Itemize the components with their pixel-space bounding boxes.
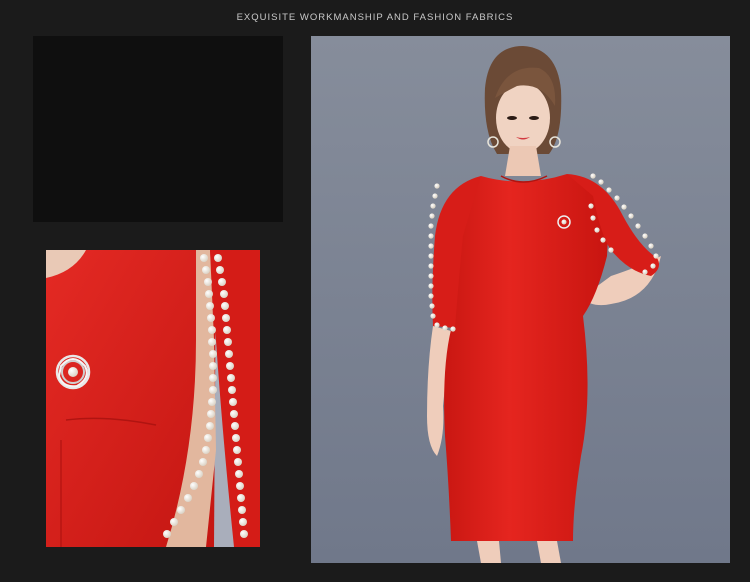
main-photo [311,36,730,563]
detail-photo [46,250,260,547]
header-title: EXQUISITE WORKMANSHIP AND FASHION FABRIC… [236,11,514,23]
page-header: EXQUISITE WORKMANSHIP AND FASHION FABRIC… [0,0,750,34]
detail-photo-graphic [46,250,260,547]
flower-brooch-icon [55,354,91,390]
dark-placeholder-block [33,36,283,222]
main-photo-graphic [311,36,730,563]
